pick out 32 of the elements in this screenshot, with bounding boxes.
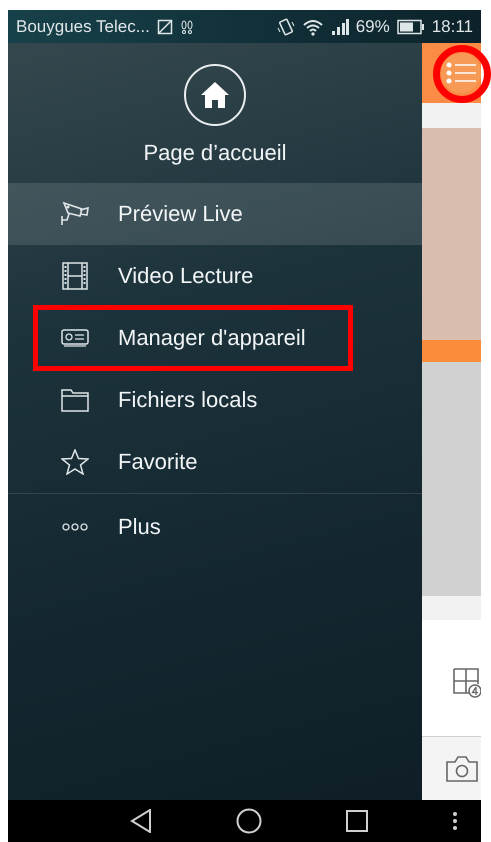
menu-item[interactable]: Fichiers locals <box>8 369 422 431</box>
home-button[interactable] <box>184 64 246 126</box>
recents-icon[interactable] <box>346 810 368 832</box>
camera-icon <box>60 200 90 228</box>
footprints-icon <box>180 18 194 34</box>
signal-icon <box>330 18 349 36</box>
vibrate-icon <box>276 18 295 36</box>
home-circle-icon[interactable] <box>236 808 262 834</box>
device-icon <box>61 329 89 347</box>
folder-icon <box>61 388 89 412</box>
menu-item[interactable]: Favorite <box>8 431 422 493</box>
menu-item[interactable]: Manager d'appareil <box>8 307 422 369</box>
menu-item[interactable]: Video Lecture <box>8 245 422 307</box>
overflow-menu-icon[interactable] <box>452 811 458 831</box>
film-icon <box>62 262 88 290</box>
star-icon <box>61 449 89 475</box>
home-label: Page d’accueil <box>143 140 287 166</box>
list-icon <box>446 62 476 84</box>
battery-icon <box>396 18 425 34</box>
toolbar-strip <box>422 103 481 128</box>
camera-capture-icon <box>445 754 479 782</box>
accent-bar <box>422 340 481 362</box>
separator-strip <box>422 596 481 620</box>
more-icon <box>62 523 88 531</box>
clock: 18:11 <box>432 16 473 36</box>
image-icon <box>156 18 173 34</box>
wifi-icon <box>302 18 324 36</box>
carrier-name: Bouygues Telec... <box>16 16 150 36</box>
battery-percent: 69% <box>356 16 390 36</box>
menu-item[interactable]: Préview Live <box>8 183 422 245</box>
home-icon <box>200 81 230 109</box>
back-icon[interactable] <box>130 809 152 833</box>
